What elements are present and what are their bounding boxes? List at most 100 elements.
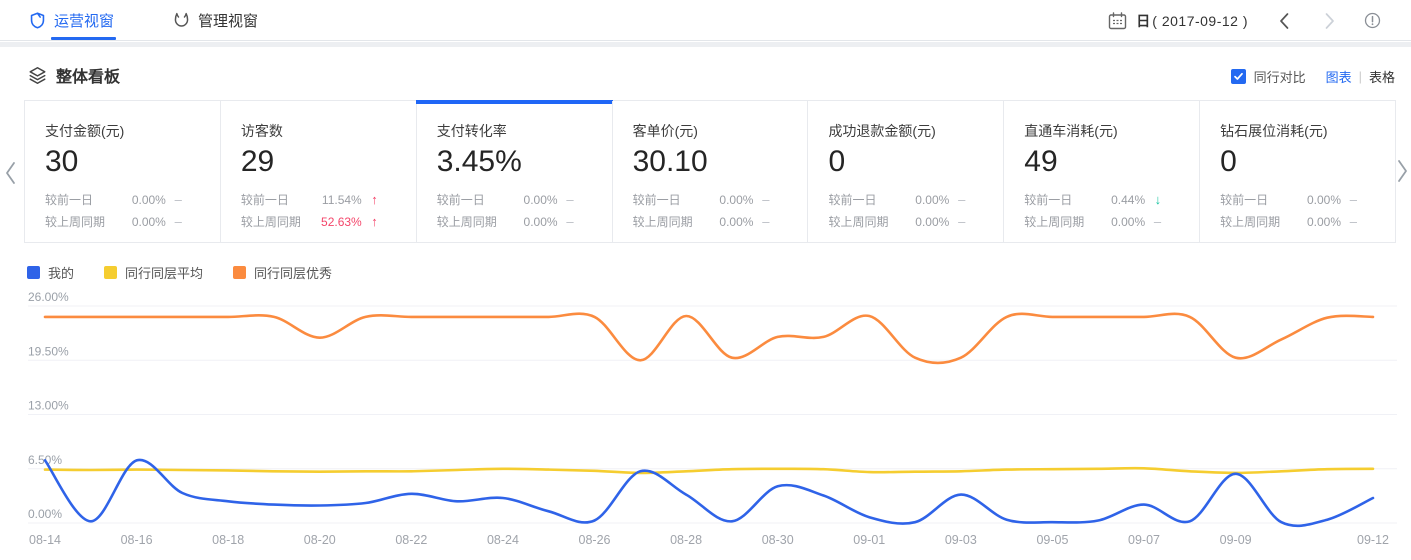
trend-label: 较上周同期 bbox=[45, 211, 105, 233]
y-axis-tick-label: 19.50% bbox=[28, 344, 69, 358]
x-axis-tick-label: 09-07 bbox=[1128, 533, 1160, 547]
metric-value: 0 bbox=[828, 144, 983, 180]
trend-chart[interactable]: 0.00%6.50%13.00%19.50%26.00%08-1408-1608… bbox=[0, 290, 1411, 560]
trend-label: 较前一日 bbox=[437, 189, 485, 211]
legend-swatch bbox=[27, 266, 40, 279]
metric-card-pay-conversion-rate[interactable]: 支付转化率3.45%较前一日0.00%–较上周同期0.00%– bbox=[416, 101, 612, 242]
flat-dash-icon: – bbox=[1341, 189, 1357, 211]
metric-card-diamond-booth-cost[interactable]: 钻石展位消耗(元)0较前一日0.00%–较上周同期0.00%– bbox=[1199, 101, 1395, 242]
view-mode-chart[interactable]: 图表 bbox=[1326, 67, 1352, 86]
trend-label: 较前一日 bbox=[45, 189, 93, 211]
trend-value: 0.00% bbox=[1307, 211, 1341, 233]
x-axis-tick-label: 09-05 bbox=[1036, 533, 1068, 547]
trend-row: 较上周同期0.00%– bbox=[437, 211, 592, 233]
trend-row: 较前一日 0.00%– bbox=[45, 189, 200, 211]
metric-value: 3.45% bbox=[437, 144, 592, 180]
metric-title: 客单价(元) bbox=[633, 121, 788, 141]
next-date-chevron-icon[interactable] bbox=[1324, 12, 1336, 30]
layers-icon bbox=[28, 66, 47, 85]
x-axis-tick-label: 08-16 bbox=[121, 533, 153, 547]
prev-date-chevron-icon[interactable] bbox=[1278, 12, 1290, 30]
view-mode-table[interactable]: 表格 bbox=[1369, 67, 1395, 86]
x-axis-tick-label: 09-03 bbox=[945, 533, 977, 547]
trend-row: 较上周同期0.00%– bbox=[1220, 211, 1375, 233]
up-arrow-icon: ↑ bbox=[362, 189, 378, 211]
trend-row: 较上周同期 0.00%– bbox=[45, 211, 200, 233]
view-mode-divider: | bbox=[1359, 69, 1362, 84]
metric-value: 0 bbox=[1220, 144, 1375, 180]
series-line-同行同层优秀 bbox=[45, 314, 1373, 363]
trend-label: 较前一日 bbox=[828, 189, 876, 211]
trend-label: 较上周同期 bbox=[1024, 211, 1084, 233]
date-range[interactable]: ( 2017-09-12 ) bbox=[1152, 13, 1248, 29]
metric-title: 直通车消耗(元) bbox=[1024, 121, 1179, 141]
x-axis-tick-label: 08-30 bbox=[762, 533, 794, 547]
legend-item-2[interactable]: 同行同层优秀 bbox=[233, 263, 332, 282]
cards-scroll-right-chevron-icon[interactable] bbox=[1396, 158, 1410, 189]
legend-item-1[interactable]: 同行同层平均 bbox=[104, 263, 203, 282]
trend-row: 较上周同期 0.00%– bbox=[828, 211, 983, 233]
trend-value: 0.00% bbox=[1307, 189, 1341, 211]
legend-item-0[interactable]: 我的 bbox=[27, 263, 74, 282]
legend-label: 我的 bbox=[48, 263, 74, 282]
flat-dash-icon: – bbox=[166, 189, 182, 211]
trend-value: 0.00% bbox=[915, 211, 949, 233]
tab-label: 管理视窗 bbox=[198, 10, 258, 31]
trend-value: 52.63% bbox=[321, 211, 362, 233]
metric-card-express-train-cost[interactable]: 直通车消耗(元)49较前一日0.44%↓较上周同期0.00%– bbox=[1003, 101, 1199, 242]
page-title: 整体看板 bbox=[56, 63, 120, 87]
trend-value: 0.44% bbox=[1111, 189, 1145, 211]
trend-label: 较上周同期 bbox=[241, 211, 301, 233]
flat-dash-icon: – bbox=[753, 211, 769, 233]
trend-row: 较上周同期52.63%↑ bbox=[241, 211, 396, 233]
trend-label: 较前一日 bbox=[241, 189, 289, 211]
metric-card-avg-order-value[interactable]: 客单价(元)30.10较前一日0.00%–较上周同期0.00%– bbox=[612, 101, 808, 242]
peer-compare-label[interactable]: 同行对比 bbox=[1254, 67, 1306, 86]
trend-value: 0.00% bbox=[132, 211, 166, 233]
trend-value: 11.54% bbox=[322, 189, 362, 211]
metric-value: 49 bbox=[1024, 144, 1179, 180]
metric-value: 30.10 bbox=[633, 144, 788, 180]
flat-dash-icon: – bbox=[558, 189, 574, 211]
legend-label: 同行同层优秀 bbox=[254, 263, 332, 282]
flat-dash-icon: – bbox=[753, 189, 769, 211]
calendar-icon[interactable] bbox=[1108, 12, 1127, 30]
board-header: 整体看板 bbox=[28, 63, 120, 87]
peer-compare-checkbox[interactable] bbox=[1231, 69, 1246, 84]
tab-management-view[interactable]: 管理视窗 bbox=[171, 0, 260, 40]
metric-title: 访客数 bbox=[241, 121, 396, 141]
trend-label: 较上周同期 bbox=[828, 211, 888, 233]
cards-scroll-left-chevron-icon[interactable] bbox=[3, 160, 17, 191]
trend-value: 0.00% bbox=[719, 189, 753, 211]
metric-card-visitor-count[interactable]: 访客数29较前一日11.54%↑较上周同期52.63%↑ bbox=[220, 101, 416, 242]
metric-card-refund-amount[interactable]: 成功退款金额(元)0较前一日0.00%–较上周同期0.00%– bbox=[807, 101, 1003, 242]
board-controls: 同行对比 图表 | 表格 bbox=[1231, 67, 1395, 86]
trend-value: 0.00% bbox=[132, 189, 166, 211]
flat-dash-icon: – bbox=[558, 211, 574, 233]
down-arrow-icon: ↓ bbox=[1145, 189, 1161, 211]
cat-icon bbox=[173, 12, 190, 29]
trend-label: 较上周同期 bbox=[437, 211, 497, 233]
trend-row: 较上周同期0.00%– bbox=[1024, 211, 1179, 233]
y-axis-tick-label: 13.00% bbox=[28, 399, 69, 413]
metric-cards: 支付金额(元)30较前一日0.00%–较上周同期0.00%–访客数29较前一日1… bbox=[24, 100, 1396, 243]
trend-value: 0.00% bbox=[1111, 211, 1145, 233]
date-granularity[interactable]: 日 bbox=[1136, 11, 1150, 31]
legend-swatch bbox=[104, 266, 117, 279]
x-axis-tick-label: 08-18 bbox=[212, 533, 244, 547]
topbar: 运营视窗 管理视窗 日 ( 2017-09-12 ) bbox=[0, 0, 1411, 41]
trend-label: 较上周同期 bbox=[1220, 211, 1280, 233]
flat-dash-icon: – bbox=[166, 211, 182, 233]
tab-label: 运营视窗 bbox=[54, 10, 114, 31]
trend-row: 较前一日0.00%– bbox=[633, 189, 788, 211]
info-icon[interactable] bbox=[1364, 12, 1381, 29]
x-axis-tick-label: 08-28 bbox=[670, 533, 702, 547]
flat-dash-icon: – bbox=[949, 211, 965, 233]
x-axis-tick-label: 09-01 bbox=[853, 533, 885, 547]
trend-label: 较前一日 bbox=[1220, 189, 1268, 211]
x-axis-tick-label: 08-20 bbox=[304, 533, 336, 547]
x-axis-tick-label: 08-26 bbox=[579, 533, 611, 547]
x-axis-tick-label: 09-12 bbox=[1357, 533, 1389, 547]
tab-operation-view[interactable]: 运营视窗 bbox=[27, 0, 116, 40]
metric-card-pay-amount[interactable]: 支付金额(元)30较前一日0.00%–较上周同期0.00%– bbox=[25, 101, 220, 242]
